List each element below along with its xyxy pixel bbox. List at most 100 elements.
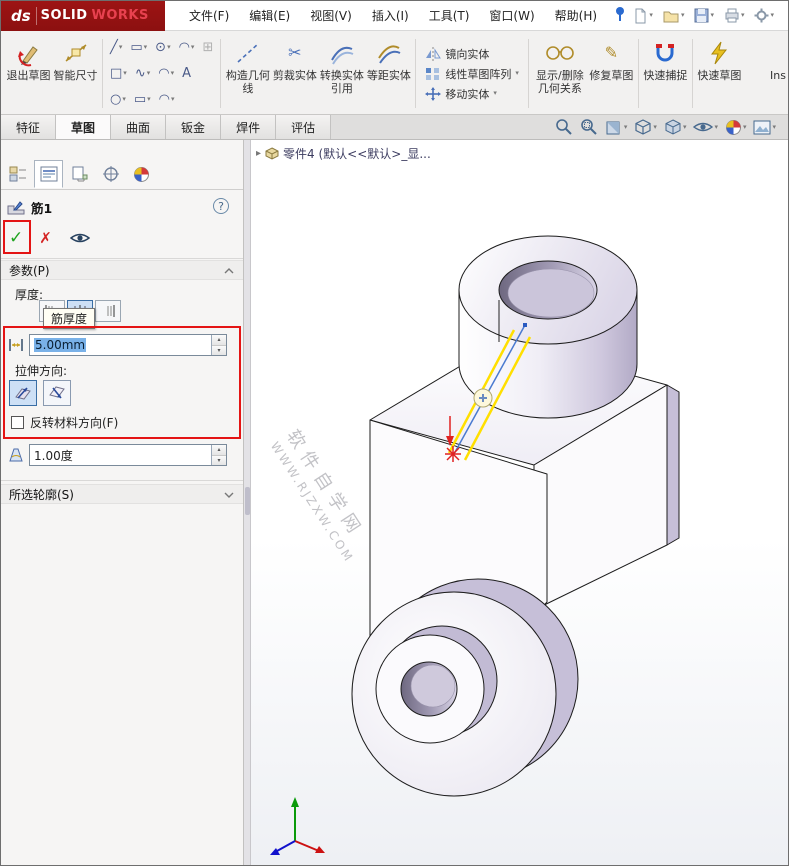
tab-features[interactable]: 特征: [1, 115, 57, 139]
tab-sheet-metal[interactable]: 钣金: [166, 115, 222, 139]
caret-icon[interactable]: ▾: [147, 70, 151, 77]
tab-surfaces[interactable]: 曲面: [111, 115, 167, 139]
tangent-arc-button[interactable]: ◠ ▾: [155, 92, 179, 107]
linear-sketch-pattern-button[interactable]: 线性草图阵列 ▾: [421, 65, 523, 83]
options-button[interactable]: ▾: [750, 5, 778, 26]
spline-tool-button[interactable]: ∿ ▾: [131, 66, 154, 81]
save-button[interactable]: ▾: [690, 5, 718, 26]
slot-tool-button[interactable]: ▭ ▾: [130, 92, 155, 107]
trim-entities-button[interactable]: ✂ 剪裁实体: [271, 33, 318, 114]
caret-icon[interactable]: ▾: [653, 123, 657, 131]
propertymanager-tab[interactable]: [34, 160, 63, 188]
repair-sketch-button[interactable]: ✎ 修复草图: [588, 33, 635, 114]
apply-scene-button[interactable]: ▾: [751, 119, 778, 136]
caret-icon[interactable]: ▾: [122, 96, 126, 103]
panel-splitter[interactable]: [244, 140, 251, 865]
open-document-button[interactable]: ▾: [659, 6, 689, 26]
draft-angle-value[interactable]: 1.00度: [30, 447, 211, 464]
menu-tools[interactable]: 工具(T): [419, 1, 480, 30]
construction-geometry-button[interactable]: 构造几何线: [224, 33, 271, 114]
graphics-viewport[interactable]: ▸ 零件4 (默认<<默认>_显... 软件自学网 WWW.RJZXW.COM: [251, 140, 788, 865]
featuremanager-tree-tab[interactable]: [3, 160, 32, 188]
new-document-button[interactable]: ▾: [629, 5, 657, 27]
tab-weldments[interactable]: 焊件: [221, 115, 277, 139]
breadcrumb-arrow-icon[interactable]: ▸: [256, 148, 261, 159]
menu-file[interactable]: 文件(F): [179, 1, 239, 30]
hide-show-items-button[interactable]: ▾: [691, 119, 720, 135]
configurationmanager-tab[interactable]: [65, 160, 94, 188]
offset-entities-button[interactable]: 等距实体: [365, 33, 412, 114]
quick-snaps-button[interactable]: 快速捕捉: [642, 33, 689, 114]
menu-insert[interactable]: 插入(I): [362, 1, 419, 30]
smart-dimension-button[interactable]: 智能尺寸: [52, 33, 99, 114]
tab-evaluate[interactable]: 评估: [276, 115, 332, 139]
thickness-input[interactable]: 5.00mm ▴ ▾: [29, 334, 227, 356]
chevron-up-icon[interactable]: [224, 263, 234, 277]
spin-up-button[interactable]: ▴: [212, 335, 226, 345]
section-view-button[interactable]: ▾: [603, 117, 630, 137]
menu-edit[interactable]: 编辑(E): [239, 1, 300, 30]
menu-help[interactable]: 帮助(H): [545, 1, 607, 30]
caret-icon[interactable]: ▾: [147, 96, 151, 103]
spin-down-button[interactable]: ▾: [212, 344, 226, 355]
move-entities-button[interactable]: 移动实体 ▾: [421, 85, 523, 103]
display-style-button[interactable]: ▾: [662, 117, 689, 137]
caret-icon[interactable]: ▾: [770, 12, 774, 19]
caret-icon[interactable]: ▾: [171, 70, 175, 77]
parameters-section-header[interactable]: 参数(P): [1, 260, 243, 280]
zoom-fit-button[interactable]: [553, 117, 575, 137]
caret-icon[interactable]: ▾: [123, 70, 127, 77]
ok-button[interactable]: ✓: [9, 228, 23, 248]
model-canvas[interactable]: [251, 140, 788, 865]
perimeter-circle-button[interactable]: ○ ▾: [106, 92, 130, 107]
line-tool-button[interactable]: ╱ ▾: [106, 40, 126, 55]
caret-icon[interactable]: ▾: [714, 123, 718, 131]
help-icon[interactable]: ?: [213, 198, 229, 214]
caret-icon[interactable]: ▾: [681, 12, 685, 19]
direction-normal-button[interactable]: [43, 380, 71, 406]
caret-icon[interactable]: ▾: [171, 96, 175, 103]
rectangle-tool-button[interactable]: □ ▾: [106, 66, 131, 81]
convert-entities-button[interactable]: 转换实体引用: [318, 33, 365, 114]
text-tool-button[interactable]: A: [178, 66, 195, 81]
view-orientation-button[interactable]: ▾: [632, 117, 659, 137]
caret-icon[interactable]: ▾: [624, 123, 628, 131]
rapid-sketch-button[interactable]: 快速草图: [696, 33, 743, 114]
caret-icon[interactable]: ▾: [119, 44, 123, 51]
direction-parallel-button[interactable]: [9, 380, 37, 406]
caret-icon[interactable]: ▾: [772, 123, 776, 131]
thickness-second-side-button[interactable]: [95, 300, 121, 322]
model-3d[interactable]: [251, 140, 788, 865]
arc-tool-button[interactable]: ◠ ▾: [175, 40, 199, 55]
three-point-arc-button[interactable]: ◠ ▾: [154, 66, 178, 81]
caret-icon[interactable]: ▾: [515, 70, 519, 77]
mirror-entities-button[interactable]: 镜向实体: [421, 45, 523, 63]
thickness-value[interactable]: 5.00mm: [34, 338, 87, 352]
spin-down-button[interactable]: ▾: [212, 454, 226, 465]
menu-window[interactable]: 窗口(W): [479, 1, 544, 30]
caret-icon[interactable]: ▾: [191, 44, 195, 51]
chevron-down-icon[interactable]: [224, 487, 234, 501]
spin-up-button[interactable]: ▴: [212, 445, 226, 455]
zoom-area-button[interactable]: [578, 117, 600, 137]
sketch-picture-button[interactable]: ⊞: [198, 40, 217, 55]
cancel-button[interactable]: ✗: [39, 229, 52, 247]
displaymanager-tab[interactable]: [127, 160, 156, 188]
pin-menu-icon[interactable]: [613, 6, 627, 26]
caret-icon[interactable]: ▾: [741, 12, 745, 19]
caret-icon[interactable]: ▾: [710, 12, 714, 19]
corner-rectangle-tool-button[interactable]: ▭ ▾: [126, 40, 151, 55]
print-button[interactable]: ▾: [720, 5, 749, 26]
splitter-grip[interactable]: [245, 487, 250, 515]
caret-icon[interactable]: ▾: [649, 12, 653, 19]
caret-icon[interactable]: ▾: [144, 44, 148, 51]
breadcrumb[interactable]: ▸ 零件4 (默认<<默认>_显...: [256, 145, 431, 162]
display-delete-relations-button[interactable]: 显示/删除几何关系: [532, 33, 588, 114]
selected-contours-section-header[interactable]: 所选轮廓(S): [1, 484, 243, 504]
caret-icon[interactable]: ▾: [683, 123, 687, 131]
caret-icon[interactable]: ▾: [743, 123, 747, 131]
menu-view[interactable]: 视图(V): [300, 1, 362, 30]
circle-tool-button[interactable]: ⊙ ▾: [151, 40, 174, 55]
tab-sketch[interactable]: 草图: [56, 115, 112, 139]
flip-material-checkbox[interactable]: [11, 416, 24, 429]
